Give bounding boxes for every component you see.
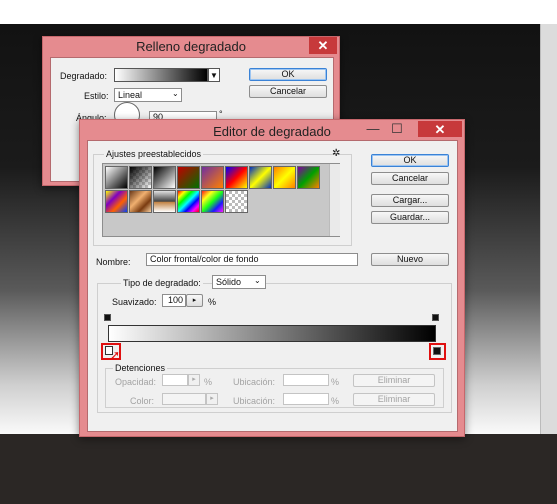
degree-symbol: ° [219, 109, 223, 119]
preset-swatch[interactable] [201, 190, 224, 213]
smoothness-arrow-button[interactable]: ▸ [186, 294, 203, 307]
dialog-body: Ajustes preestablecidos ✲ OK Cancelar Ca… [87, 140, 458, 432]
gradient-type-label: Tipo de degradado: [121, 278, 203, 288]
cancel-button[interactable]: Cancelar [249, 85, 327, 98]
opacity-percent: % [204, 377, 213, 387]
delete-color-stop-button[interactable]: Eliminar [353, 393, 435, 406]
color-swatch[interactable] [162, 393, 206, 405]
presets-list[interactable] [102, 163, 340, 237]
opacity-stop-right[interactable] [432, 314, 439, 321]
minimize-button[interactable]: — [362, 121, 384, 137]
preset-swatch[interactable] [129, 190, 152, 213]
load-button[interactable]: Cargar... [371, 194, 449, 207]
opacity-location-label: Ubicación: [233, 377, 276, 387]
preset-swatch[interactable] [273, 166, 296, 189]
style-label: Estilo: [84, 91, 109, 101]
close-button[interactable]: ✕ [309, 37, 337, 54]
ok-button[interactable]: OK [371, 154, 449, 167]
chevron-down-icon: ⌄ [172, 89, 179, 98]
gradient-bar[interactable] [108, 325, 436, 342]
preset-swatch[interactable] [177, 166, 200, 189]
percent-sign: % [208, 297, 217, 307]
new-button[interactable]: Nuevo [371, 253, 449, 266]
color-stop-right[interactable] [433, 347, 441, 355]
preset-swatch[interactable] [105, 166, 128, 189]
color-arrow-button[interactable]: ▸ [206, 393, 218, 405]
presets-label: Ajustes preestablecidos [104, 149, 204, 159]
delete-opacity-stop-button[interactable]: Eliminar [353, 374, 435, 387]
app-top-bar [0, 0, 557, 24]
opacity-location-input[interactable] [283, 374, 329, 386]
smoothness-label: Suavizado: [112, 297, 157, 307]
preset-swatch[interactable] [297, 166, 320, 189]
opacity-stop-left[interactable] [104, 314, 111, 321]
preset-swatch[interactable] [105, 190, 128, 213]
gear-icon[interactable]: ✲ [332, 148, 340, 159]
ok-button[interactable]: OK [249, 68, 327, 81]
opacity-location-percent: % [331, 377, 340, 387]
preset-swatch[interactable] [225, 190, 248, 213]
save-button[interactable]: Guardar... [371, 211, 449, 224]
gradient-dropdown-button[interactable]: ▼ [208, 68, 220, 82]
name-label: Nombre: [96, 257, 131, 267]
color-location-label: Ubicación: [233, 396, 276, 406]
opacity-input[interactable] [162, 374, 188, 386]
name-input[interactable]: Color frontal/color de fondo [146, 253, 358, 266]
preset-swatch[interactable] [153, 166, 176, 189]
preset-swatch[interactable] [201, 166, 224, 189]
preset-swatch[interactable] [225, 166, 248, 189]
editor-degradado-dialog: Editor de degradado — ☐ ✕ Ajustes preest… [79, 119, 465, 437]
preset-swatch[interactable] [177, 190, 200, 213]
cursor-icon: ➚ [110, 348, 121, 362]
maximize-button[interactable]: ☐ [386, 121, 408, 137]
dialog-title: Relleno degradado [136, 39, 246, 54]
color-location-input[interactable] [283, 393, 329, 405]
gradient-label: Degradado: [60, 71, 108, 81]
bottom-panel [0, 434, 557, 504]
color-label: Color: [130, 396, 155, 406]
close-button[interactable]: ✕ [418, 121, 462, 137]
stops-label: Detenciones [113, 363, 168, 373]
opacity-label: Opacidad: [115, 377, 157, 387]
opacity-arrow-button[interactable]: ▸ [188, 374, 200, 386]
cancel-button[interactable]: Cancelar [371, 172, 449, 185]
preset-swatch[interactable] [249, 166, 272, 189]
preset-swatch[interactable] [153, 190, 176, 213]
gradient-preview[interactable] [114, 68, 208, 82]
color-location-percent: % [331, 396, 340, 406]
smoothness-input[interactable]: 100 [162, 294, 186, 307]
preset-swatch[interactable] [129, 166, 152, 189]
chevron-down-icon: ⌄ [254, 276, 261, 285]
vertical-scrollbar[interactable] [540, 24, 557, 434]
presets-scrollbar[interactable] [329, 164, 340, 236]
